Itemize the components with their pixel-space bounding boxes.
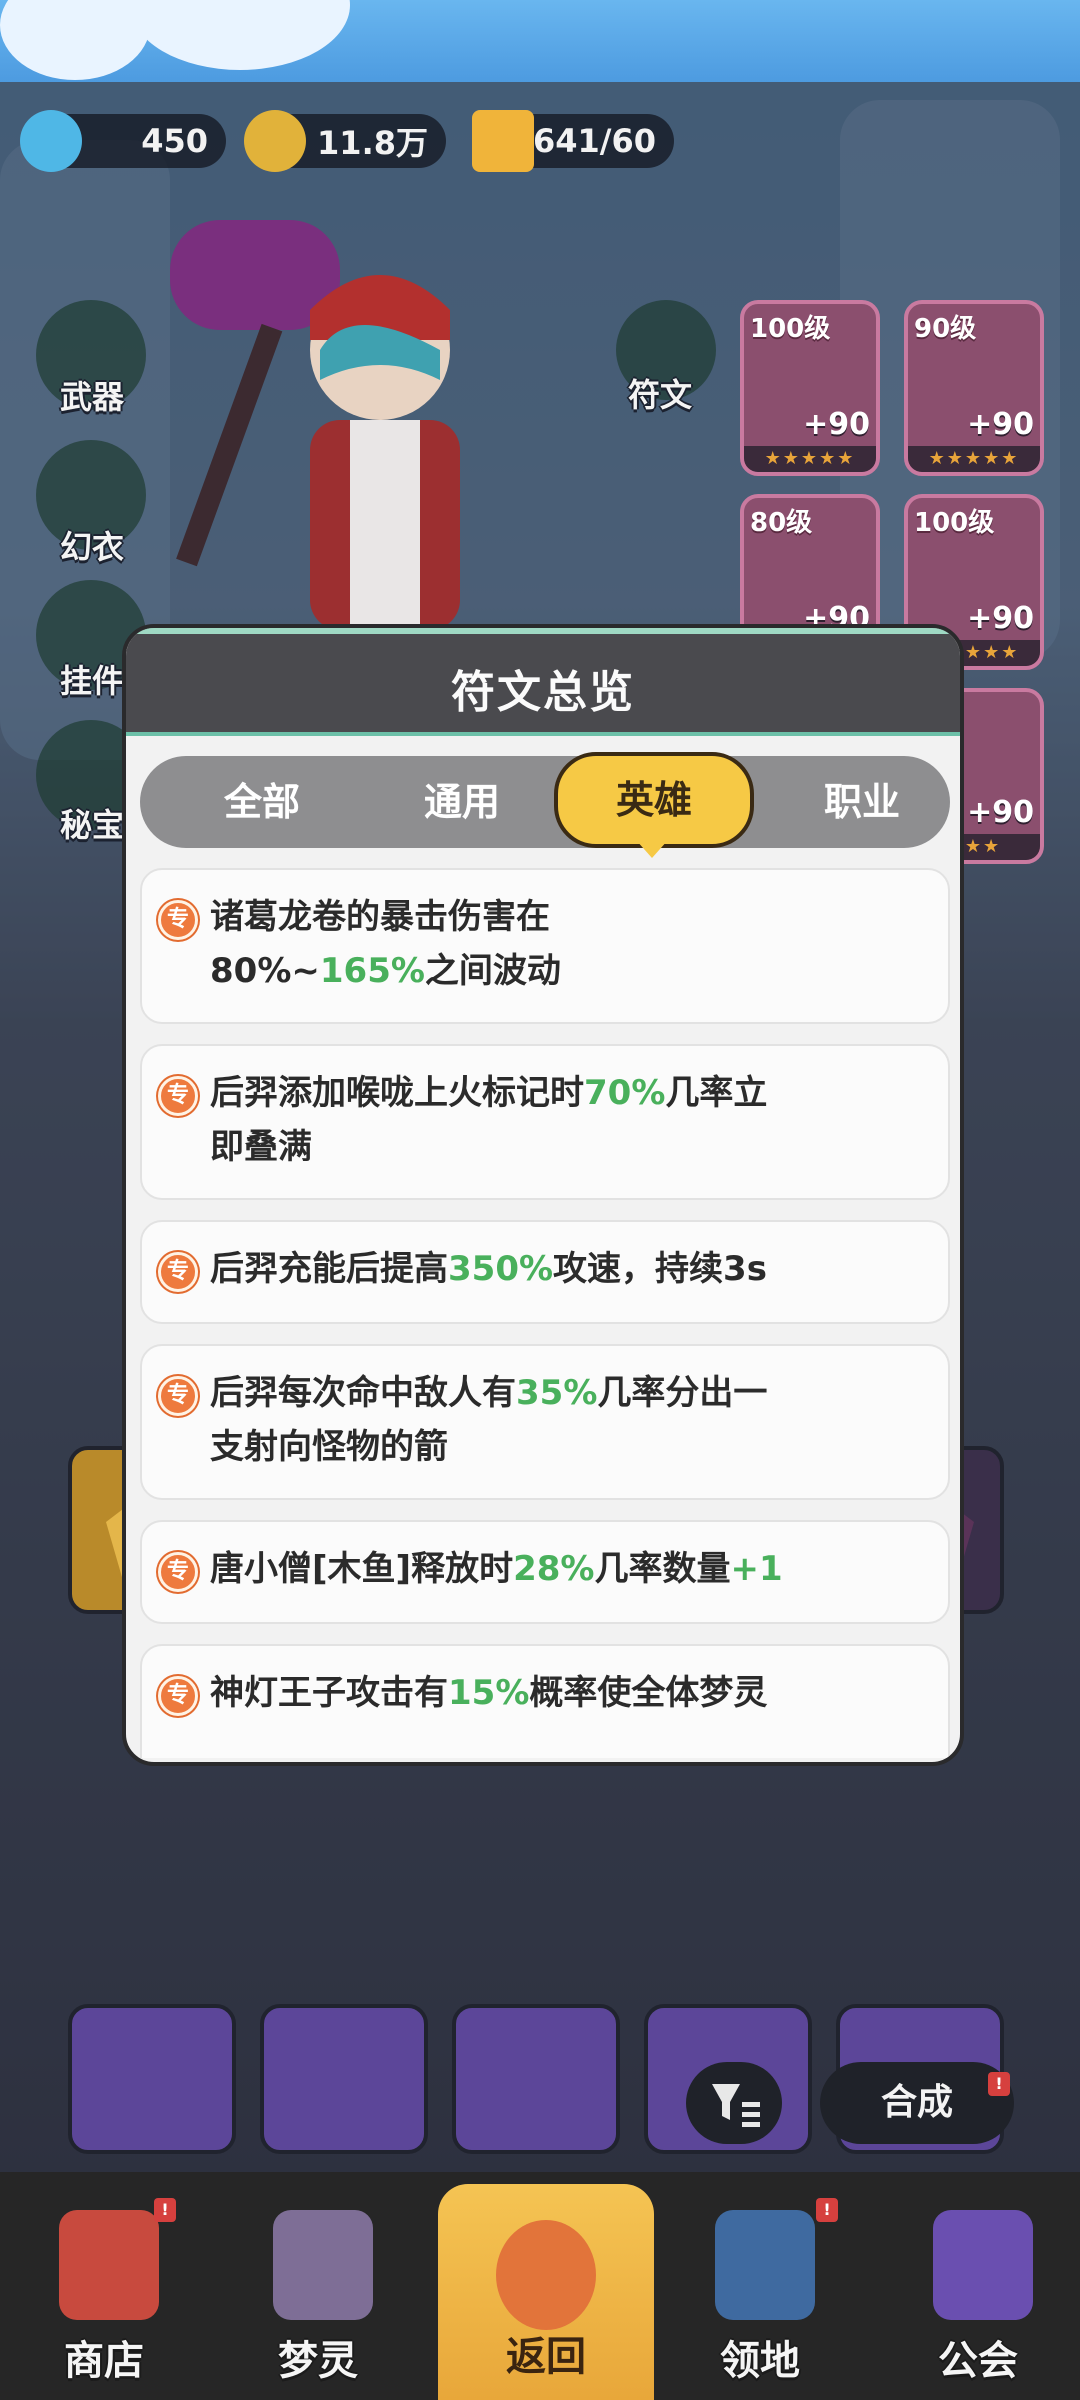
diamond-icon xyxy=(20,110,82,172)
energy-value: 641/60 xyxy=(532,122,656,160)
territory-icon xyxy=(715,2210,815,2320)
highlight-value: +1 xyxy=(730,1549,783,1589)
tab-class[interactable]: 职业 xyxy=(762,756,960,848)
notification-dot: ! xyxy=(988,2072,1010,2096)
equip-level: 100级 xyxy=(914,508,995,538)
guild-icon xyxy=(933,2210,1033,2320)
rune-description: 后羿充能后提高350%攻速，持续3s xyxy=(210,1242,850,1296)
nav-dream-spirit[interactable]: 梦灵 xyxy=(228,2180,408,2395)
equip-level: 100级 xyxy=(750,314,831,344)
tab-all[interactable]: 全部 xyxy=(162,756,362,848)
description-text: 几率数量 xyxy=(594,1549,731,1589)
highlight-value: 28% xyxy=(513,1549,595,1589)
description-text: 几率立 xyxy=(665,1073,768,1113)
energy-counter[interactable]: 641/60 xyxy=(472,110,674,172)
gold-counter[interactable]: 11.8万 xyxy=(244,110,446,172)
filter-button[interactable] xyxy=(686,2062,782,2144)
nav-dream-spirit-label: 梦灵 xyxy=(278,2338,358,2384)
list-item: 专 后羿每次命中敌人有35%几率分出一支射向怪物的箭 xyxy=(140,1344,950,1500)
tab-hero[interactable]: 英雄 xyxy=(554,752,754,848)
description-text: 几率分出一 xyxy=(597,1373,768,1413)
robot-icon xyxy=(273,2210,373,2320)
equip-slot-helmet[interactable]: 100级 +90 ★★★★★ xyxy=(740,300,880,476)
rune-card[interactable] xyxy=(452,2004,620,2154)
description-text: 唐小僧[木鱼]释放时 xyxy=(210,1549,514,1589)
equip-plus: +90 xyxy=(967,795,1034,830)
highlight-value: 350% xyxy=(448,1249,554,1289)
rune-description: 后羿每次命中敌人有35%几率分出一支射向怪物的箭 xyxy=(210,1366,850,1474)
highlight-value: 15% xyxy=(448,1673,530,1713)
description-text: 神灯王子攻击有 xyxy=(210,1673,448,1713)
exclusive-badge-icon: 专 xyxy=(158,1252,198,1292)
equip-slot-armor[interactable]: 90级 +90 ★★★★★ xyxy=(904,300,1044,476)
equip-level: 90级 xyxy=(914,314,977,344)
side-label-costume: 幻衣 xyxy=(60,528,125,566)
side-label-treasure: 秘宝 xyxy=(60,806,125,844)
list-item: 专 后羿充能后提高350%攻速，持续3s xyxy=(140,1220,950,1324)
equip-stars: ★★★★★ xyxy=(908,446,1040,472)
highlight-value: 165% xyxy=(319,951,425,991)
exclusive-badge-icon: 专 xyxy=(158,1076,198,1116)
equip-plus: +90 xyxy=(803,407,870,442)
side-label-pendant: 挂件 xyxy=(60,662,125,700)
rune-description: 唐小僧[木鱼]释放时28%几率数量+1 xyxy=(210,1542,850,1596)
merge-button[interactable]: 合成 xyxy=(820,2062,1014,2144)
description-text: 80%~ xyxy=(210,951,320,991)
equip-level: 80级 xyxy=(750,508,813,538)
nav-return[interactable]: 返回 xyxy=(438,2184,654,2400)
notification-dot: ! xyxy=(816,2198,838,2222)
filter-icon xyxy=(712,2084,760,2127)
shop-icon xyxy=(59,2210,159,2320)
rune-description: 后羿添加喉咙上火标记时70%几率立即叠满 xyxy=(210,1066,850,1174)
nav-guild[interactable]: 公会 xyxy=(888,2180,1068,2395)
highlight-value: 35% xyxy=(516,1373,598,1413)
description-text: 后羿每次命中敌人有 xyxy=(210,1373,516,1413)
nav-shop-label: 商店 xyxy=(64,2338,144,2384)
list-item: 专 唐小僧[木鱼]释放时28%几率数量+1 xyxy=(140,1520,950,1624)
list-item: 专 神灯王子攻击有15%概率使全体梦灵 xyxy=(140,1644,950,1758)
rune-description: 神灯王子攻击有15%概率使全体梦灵 xyxy=(210,1666,850,1720)
rune-card[interactable] xyxy=(260,2004,428,2154)
energy-bolt-icon xyxy=(472,110,534,172)
rune-description: 诸葛龙卷的暴击伤害在 80%~165%之间波动 xyxy=(210,890,850,998)
description-text: 后羿添加喉咙上火标记时 xyxy=(210,1073,584,1113)
gold-coin-icon xyxy=(244,110,306,172)
diamond-value: 450 xyxy=(141,122,208,160)
description-text: 支射向怪物的箭 xyxy=(210,1427,448,1467)
equip-stars: ★★★★★ xyxy=(744,446,876,472)
tab-general[interactable]: 通用 xyxy=(362,756,562,848)
equip-plus: +90 xyxy=(967,407,1034,442)
gold-value: 11.8万 xyxy=(317,124,428,162)
highlight-value: 70% xyxy=(584,1073,666,1113)
exclusive-badge-icon: 专 xyxy=(158,1376,198,1416)
rune-overview-dialog: 符文总览 全部 通用 英雄 职业 专 诸葛龙卷的暴击伤害在 80%~165%之间波… xyxy=(122,624,964,1766)
description-text: 后羿充能后提高 xyxy=(210,1249,448,1289)
side-label-weapon: 武器 xyxy=(60,378,125,416)
equip-plus: +90 xyxy=(967,601,1034,636)
description-text: 即叠满 xyxy=(210,1127,312,1167)
nav-guild-label: 公会 xyxy=(938,2338,1018,2384)
dialog-header: 符文总览 xyxy=(126,628,960,736)
notification-dot: ! xyxy=(154,2198,176,2222)
hero-character xyxy=(170,220,460,630)
return-arrow-icon xyxy=(496,2220,596,2330)
rune-tabs: 全部 通用 英雄 职业 xyxy=(140,752,950,848)
exclusive-badge-icon: 专 xyxy=(158,1676,198,1716)
list-item: 专 后羿添加喉咙上火标记时70%几率立即叠满 xyxy=(140,1044,950,1200)
exclusive-badge-icon: 专 xyxy=(158,900,198,940)
nav-return-label: 返回 xyxy=(506,2334,586,2380)
dialog-title: 符文总览 xyxy=(451,667,635,718)
active-tab-pointer xyxy=(636,840,668,858)
description-text: 之间波动 xyxy=(424,951,561,991)
rune-card[interactable] xyxy=(68,2004,236,2154)
description-text: 概率使全体梦灵 xyxy=(529,1673,768,1713)
rune-list[interactable]: 专 诸葛龙卷的暴击伤害在 80%~165%之间波动 专 后羿添加喉咙上火标记时70… xyxy=(140,868,950,1758)
rune-label: 符文 xyxy=(628,376,693,414)
exclusive-badge-icon: 专 xyxy=(158,1552,198,1592)
nav-territory-label: 领地 xyxy=(720,2338,800,2384)
description-text: 诸葛龙卷的暴击伤害在 xyxy=(210,897,550,937)
list-item: 专 诸葛龙卷的暴击伤害在 80%~165%之间波动 xyxy=(140,868,950,1024)
diamond-counter[interactable]: 450 xyxy=(20,110,226,172)
description-text: 攻速，持续3s xyxy=(553,1249,767,1289)
